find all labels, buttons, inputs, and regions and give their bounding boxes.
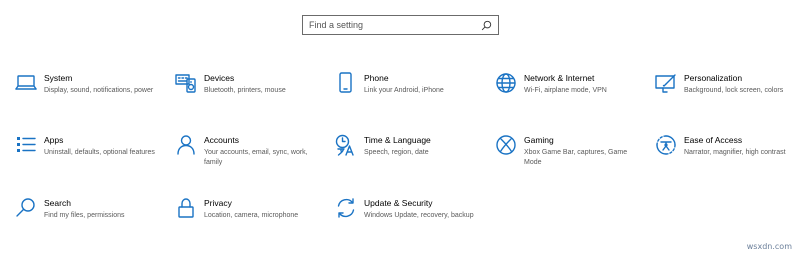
tile-title: Personalization — [684, 73, 743, 83]
person-icon — [175, 134, 197, 156]
tile-personalization[interactable]: Personalization Background, lock screen,… — [655, 72, 800, 122]
tile-description: Find my files, permissions — [44, 212, 125, 219]
tile-title: Devices — [204, 73, 235, 83]
tile-privacy[interactable]: Privacy Location, camera, microphone — [175, 197, 325, 247]
tile-title: Accounts — [204, 135, 239, 145]
tile-apps[interactable]: Apps Uninstall, defaults, optional featu… — [15, 134, 165, 184]
globe-icon — [495, 72, 517, 94]
ease-of-access-icon — [655, 134, 677, 156]
tile-description: Background, lock screen, colors — [684, 87, 784, 94]
tile-gaming[interactable]: Gaming Xbox Game Bar, captures, Game Mod… — [495, 134, 645, 184]
tile-phone[interactable]: Phone Link your Android, iPhone — [335, 72, 485, 122]
tile-network[interactable]: Network & Internet Wi-Fi, airplane mode,… — [495, 72, 645, 122]
tile-description: Uninstall, defaults, optional features — [44, 149, 155, 156]
tile-title: Update & Security — [364, 198, 433, 208]
tile-accounts[interactable]: Accounts Your accounts, email, sync, wor… — [175, 134, 325, 184]
magnifier-icon — [15, 197, 37, 219]
tile-title: Ease of Access — [684, 135, 743, 145]
tile-system[interactable]: System Display, sound, notifications, po… — [15, 72, 165, 122]
tile-title: Search — [44, 198, 71, 208]
tile-title: Phone — [364, 73, 389, 83]
laptop-icon — [15, 72, 37, 94]
tile-title: Privacy — [204, 198, 232, 208]
paint-icon — [655, 72, 677, 94]
tile-title: Apps — [44, 135, 64, 145]
tile-description: Link your Android, iPhone — [364, 87, 444, 94]
phone-icon — [335, 72, 357, 94]
tile-description: Your accounts, email, sync, work, family — [204, 149, 308, 166]
search-input[interactable] — [303, 16, 479, 34]
tile-update-security[interactable]: Update & Security Windows Update, recove… — [335, 197, 485, 247]
tile-time-language[interactable]: Time & Language Speech, region, date — [335, 134, 485, 184]
keyboard-speaker-icon — [175, 72, 197, 94]
tile-description: Speech, region, date — [364, 149, 429, 156]
search-box[interactable] — [302, 15, 499, 35]
tile-description: Bluetooth, printers, mouse — [204, 87, 286, 94]
tile-devices[interactable]: Devices Bluetooth, printers, mouse — [175, 72, 325, 122]
tile-title: Time & Language — [364, 135, 431, 145]
sync-arrows-icon — [335, 197, 357, 219]
tile-description: Wi-Fi, airplane mode, VPN — [524, 87, 607, 94]
tile-description: Narrator, magnifier, high contrast — [684, 149, 786, 156]
tile-description: Display, sound, notifications, power — [44, 87, 154, 94]
tile-title: Network & Internet — [524, 73, 595, 83]
tile-description: Location, camera, microphone — [204, 212, 299, 219]
tile-description: Xbox Game Bar, captures, Game Mode — [524, 149, 628, 166]
apps-list-icon — [15, 134, 37, 156]
tile-description: Windows Update, recovery, backup — [364, 212, 474, 219]
xbox-icon — [495, 134, 517, 156]
tile-title: System — [44, 73, 73, 83]
time-language-icon — [335, 134, 357, 156]
tile-ease-of-access[interactable]: Ease of Access Narrator, magnifier, high… — [655, 134, 800, 184]
tile-title: Gaming — [524, 135, 554, 145]
tile-search[interactable]: Search Find my files, permissions — [15, 197, 165, 247]
search-icon[interactable] — [481, 20, 492, 31]
lock-icon — [175, 197, 197, 219]
watermark: wsxdn.com — [746, 242, 792, 251]
